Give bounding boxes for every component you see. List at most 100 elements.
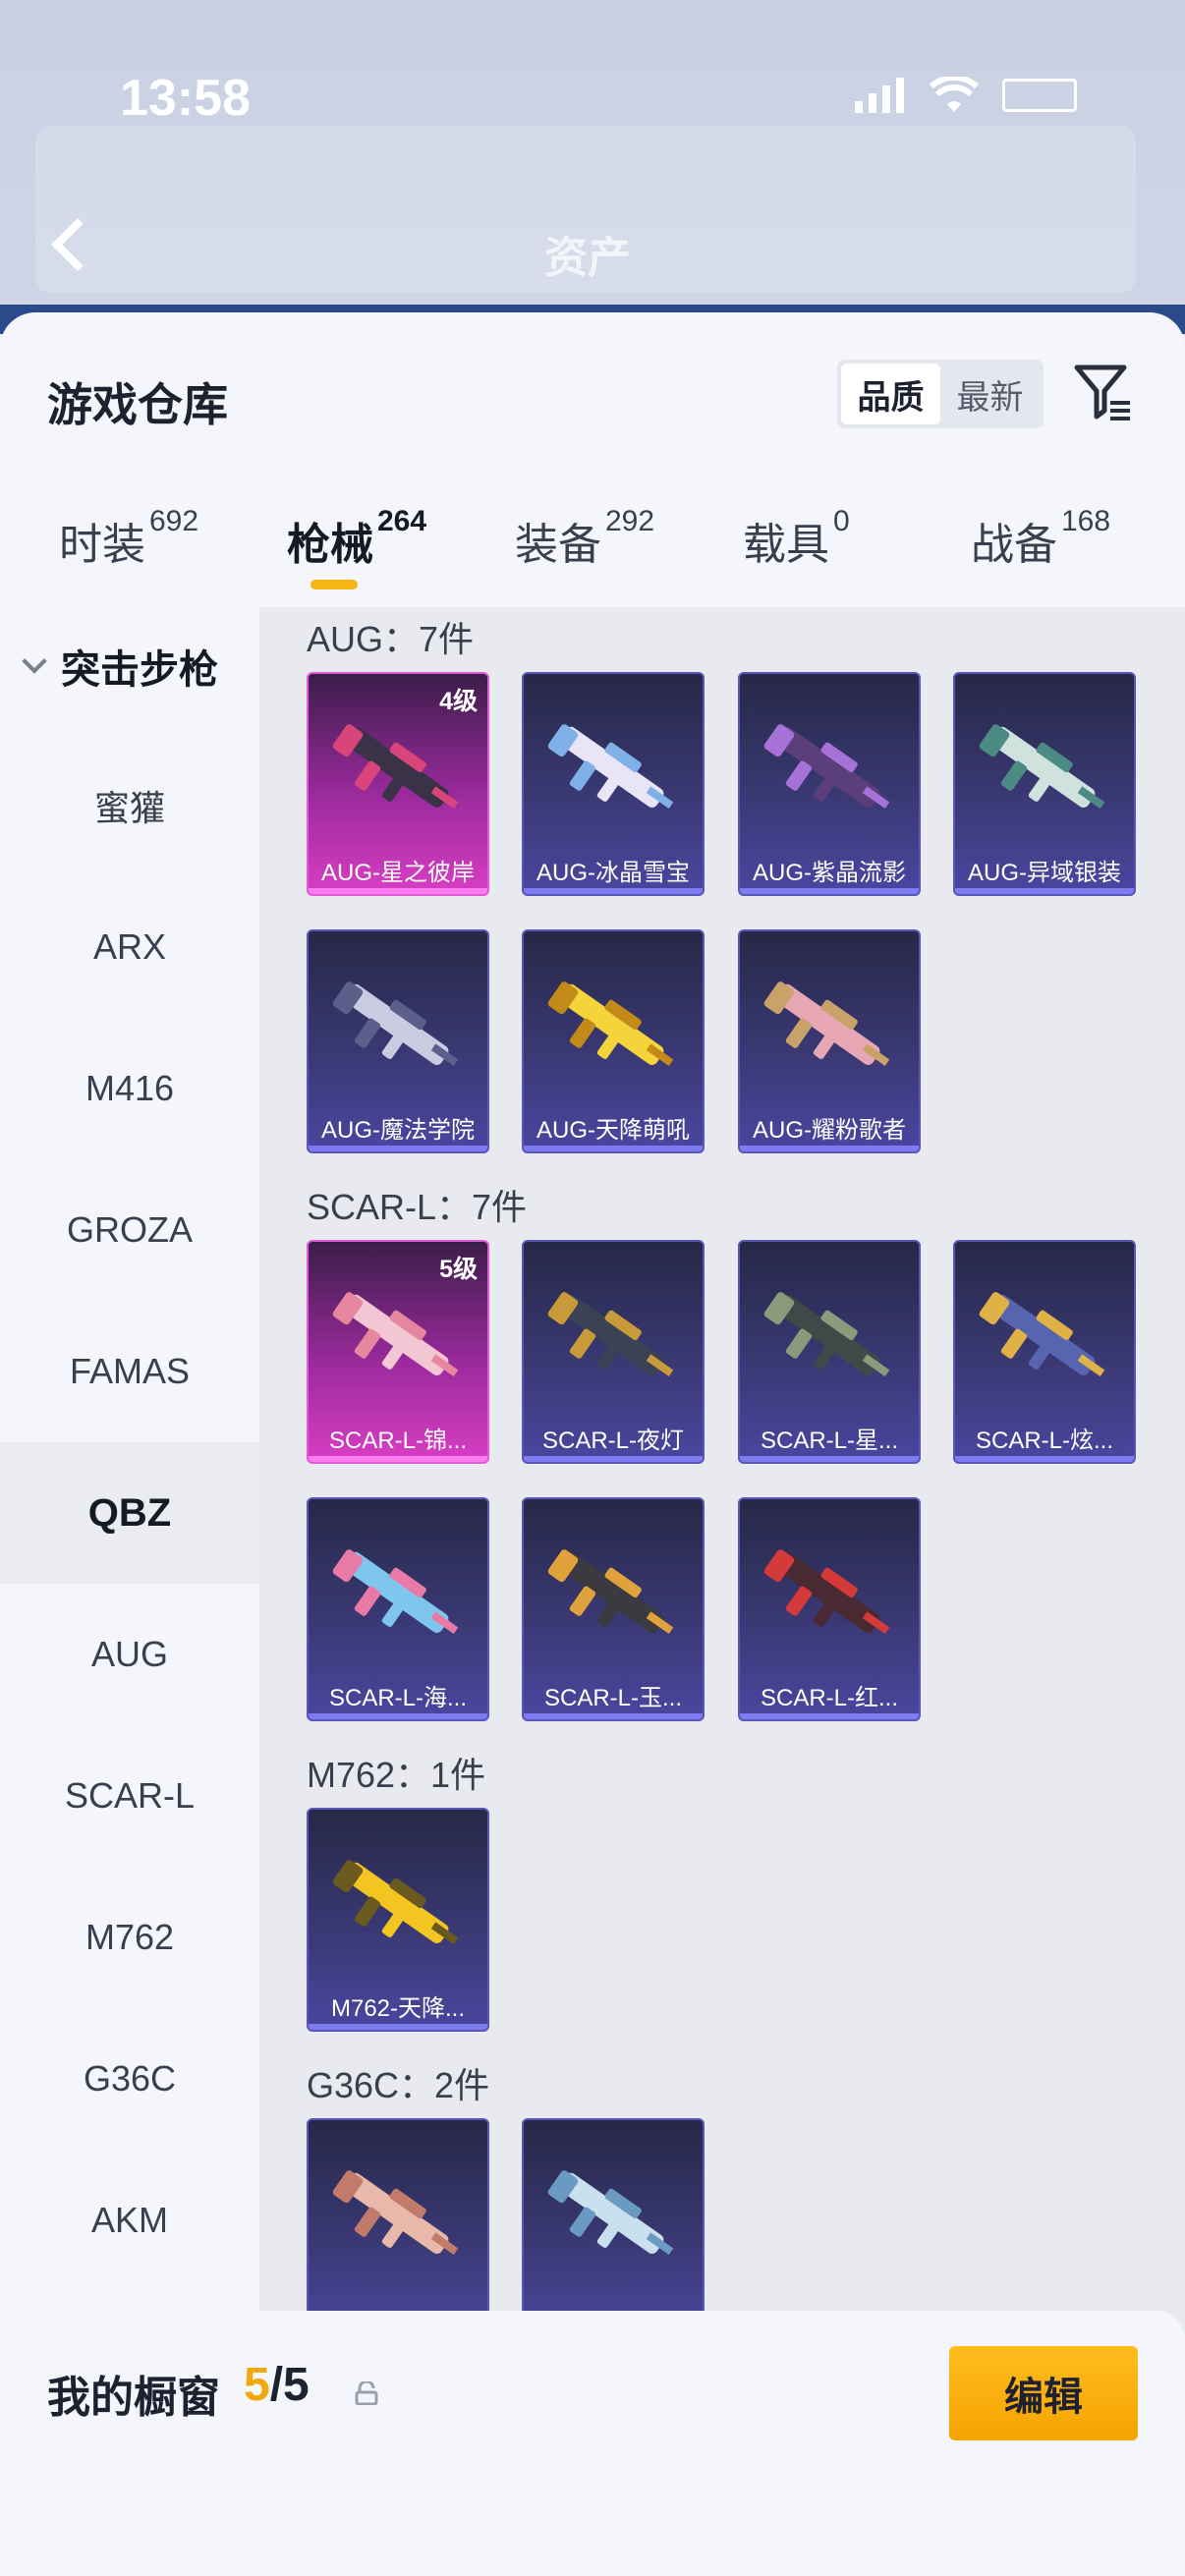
sidebar-category[interactable]: 突击步枪 — [20, 637, 218, 696]
weapon-image — [332, 981, 459, 1067]
weapon-name: AUG-耀粉歌者 — [753, 1116, 906, 1144]
weapon-name: AUG-天降萌吼 — [536, 1116, 690, 1144]
weapon-card[interactable]: M762-天降... — [307, 1808, 489, 2032]
rarity-bar — [309, 1456, 487, 1462]
weapon-card[interactable]: SCAR-L-红... — [738, 1497, 921, 1721]
sidebar-item-scar-l[interactable]: SCAR-L — [0, 1725, 259, 1867]
weapon-image — [979, 1292, 1105, 1377]
wifi-icon — [930, 77, 979, 112]
filter-icon[interactable] — [1073, 362, 1132, 422]
rarity-bar — [524, 1456, 703, 1462]
showcase-count: 5/5 — [244, 2358, 310, 2412]
weapon-card[interactable]: SCAR-L-玉... — [522, 1497, 705, 1721]
weapon-name: SCAR-L-星... — [760, 1427, 898, 1454]
weapon-card[interactable]: SCAR-L-海... — [307, 1497, 489, 1721]
weapon-card[interactable]: AUG-冰晶雪宝 — [522, 672, 705, 896]
tab-battle-gear[interactable]: 战备 168 — [971, 505, 1110, 572]
category-tabs: 时装 692 枪械 264 装备 292 载具 0 战备 168 — [0, 505, 1185, 607]
tab-label: 时装 — [59, 521, 145, 569]
back-button[interactable] — [47, 214, 90, 273]
weapon-card[interactable] — [522, 2118, 705, 2342]
sidebar-item-akm[interactable]: AKM — [0, 2150, 259, 2291]
rarity-bar — [309, 888, 487, 894]
lock-icon — [355, 2381, 378, 2405]
weapon-level: 4级 — [439, 688, 478, 715]
sort-latest-button[interactable]: 最新 — [940, 364, 1040, 424]
tab-count: 692 — [149, 505, 199, 537]
tab-equipment[interactable]: 装备 292 — [515, 505, 654, 572]
weapon-name: AUG-星之彼岸 — [321, 859, 475, 886]
warehouse-sheet: 游戏仓库 品质 最新 时装 692 枪械 264 装备 292 载具 0 战备 168 突… — [0, 312, 1185, 2576]
rarity-bar — [309, 2024, 487, 2030]
weapon-name: SCAR-L-玉... — [543, 1684, 682, 1711]
sidebar-item-groza[interactable]: GROZA — [0, 1159, 259, 1301]
rarity-bar — [740, 1146, 919, 1151]
sidebar-item-qbz[interactable]: QBZ — [0, 1442, 259, 1584]
sort-quality-button[interactable]: 品质 — [841, 364, 940, 424]
header-title: 资产 — [544, 234, 631, 282]
weapon-card[interactable]: SCAR-L-星... — [738, 1240, 921, 1464]
weapon-grid: AUG：7件 4级 AUG-星之彼岸 AUG-冰晶雪宝 AUG-紫晶流影 AUG-异域银装… — [259, 607, 1185, 2576]
edit-button[interactable]: 编辑 — [949, 2346, 1138, 2440]
signal-icon — [855, 78, 904, 113]
weapon-name: SCAR-L-夜灯 — [541, 1427, 684, 1454]
sidebar-item-g36c[interactable]: G36C — [0, 2008, 259, 2150]
tab-count: 168 — [1061, 505, 1111, 537]
weapon-card[interactable]: AUG-耀粉歌者 — [738, 929, 921, 1153]
weapon-card[interactable] — [307, 2118, 489, 2342]
tab-count: 0 — [833, 505, 850, 537]
tab-vehicles[interactable]: 载具 0 — [743, 505, 850, 572]
showcase-bar: 我的橱窗 5/5 编辑 — [0, 2311, 1185, 2576]
weapon-card[interactable]: AUG-紫晶流影 — [738, 672, 921, 896]
weapon-name: SCAR-L-红... — [760, 1684, 898, 1711]
sidebar-item-aug[interactable]: AUG — [0, 1584, 259, 1725]
sidebar-item-famas[interactable]: FAMAS — [0, 1301, 259, 1442]
weapon-image — [763, 724, 890, 810]
weapon-card[interactable]: AUG-异域银装 — [953, 672, 1136, 896]
weapon-image — [332, 1549, 459, 1635]
weapon-image — [763, 1292, 890, 1377]
sort-toggle: 品质 最新 — [837, 360, 1044, 428]
weapon-card[interactable]: SCAR-L-夜灯 — [522, 1240, 705, 1464]
profile-background: 13:58 资产 — [0, 0, 1185, 324]
sidebar-item-m416[interactable]: M416 — [0, 1018, 259, 1159]
weapon-card[interactable]: SCAR-L-炫... — [953, 1240, 1136, 1464]
rarity-bar — [524, 1713, 703, 1719]
weapon-name: AUG-魔法学院 — [321, 1116, 475, 1144]
weapon-image — [979, 724, 1105, 810]
weapon-card[interactable]: 5级 SCAR-L-锦... — [307, 1240, 489, 1464]
status-icons — [855, 77, 1077, 114]
rarity-bar — [955, 888, 1134, 894]
weapon-image — [763, 981, 890, 1067]
group-label: SCAR-L：7件 — [307, 1187, 528, 1227]
weapon-image — [332, 1292, 459, 1377]
weapon-name: AUG-异域银装 — [968, 859, 1121, 886]
weapon-name: SCAR-L-海... — [328, 1684, 467, 1711]
weapon-level: 5级 — [439, 1256, 478, 1283]
group-label: AUG：7件 — [307, 619, 475, 659]
weapon-name: AUG-紫晶流影 — [753, 859, 906, 886]
rarity-bar — [309, 1146, 487, 1151]
chevron-down-icon — [22, 648, 47, 674]
weapon-card[interactable]: AUG-天降萌吼 — [522, 929, 705, 1153]
sidebar-item-m762[interactable]: M762 — [0, 1867, 259, 2008]
weapon-card[interactable]: AUG-魔法学院 — [307, 929, 489, 1153]
sidebar-item-蜜獾[interactable]: 蜜獾 — [0, 735, 259, 876]
weapon-image — [547, 1549, 674, 1635]
weapon-card[interactable]: 4级 AUG-星之彼岸 — [307, 672, 489, 896]
tab-fashion[interactable]: 时装 692 — [59, 505, 198, 572]
active-tab-indicator — [310, 580, 358, 589]
tab-count: 292 — [605, 505, 655, 537]
weapon-name: SCAR-L-炫... — [975, 1427, 1113, 1454]
battery-icon — [1002, 79, 1077, 112]
tab-label: 枪械 — [287, 521, 373, 569]
sidebar-item-arx[interactable]: ARX — [0, 876, 259, 1018]
rarity-bar — [740, 888, 919, 894]
weapon-name: SCAR-L-锦... — [328, 1427, 467, 1454]
tab-count: 264 — [377, 505, 427, 537]
tab-weapons[interactable]: 枪械 264 — [287, 505, 426, 572]
showcase-separator: / — [269, 2359, 284, 2411]
weapon-image — [547, 724, 674, 810]
weapon-image — [332, 1860, 459, 1945]
weapon-name: M762-天降... — [330, 1994, 466, 2022]
